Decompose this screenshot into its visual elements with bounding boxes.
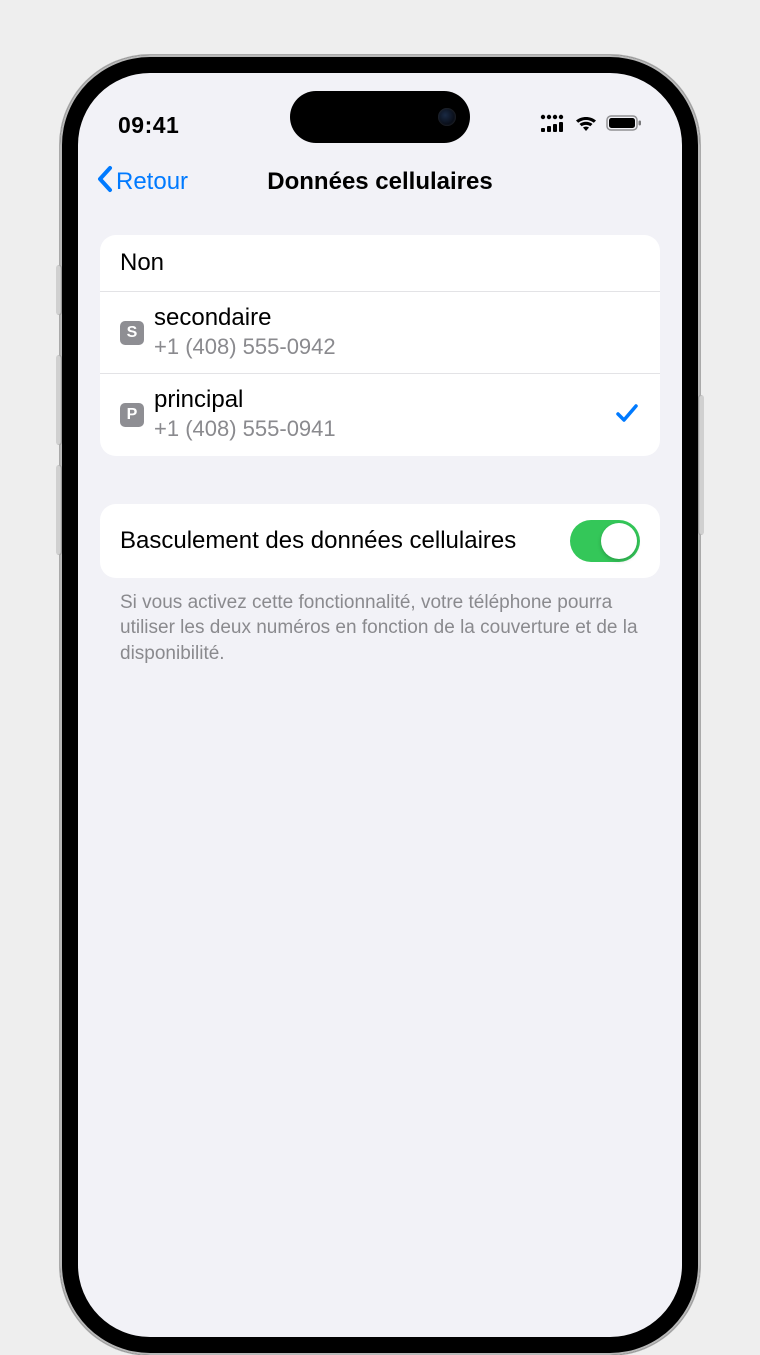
option-off-label: Non: [120, 249, 164, 277]
sim-badge-primary: P: [120, 403, 144, 427]
phone-frame: 09:41: [60, 55, 700, 1355]
option-primary[interactable]: P principal +1 (408) 555-0941: [100, 373, 660, 455]
sim-label-secondary: secondaire: [154, 304, 640, 333]
screen: 09:41: [78, 73, 682, 1337]
cellular-fallback-group: Basculement des données cellulaires: [100, 504, 660, 578]
volume-down-button: [56, 465, 62, 555]
status-icons: [540, 114, 642, 137]
sim-label-primary: principal: [154, 386, 614, 415]
back-button[interactable]: Retour: [96, 165, 188, 200]
cellular-dual-sim-icon: [540, 114, 566, 137]
option-secondary[interactable]: S secondaire +1 (408) 555-0942: [100, 291, 660, 373]
checkmark-icon: [614, 400, 640, 431]
mute-switch: [56, 265, 62, 315]
sim-badge-secondary: S: [120, 321, 144, 345]
chevron-left-icon: [96, 165, 114, 200]
battery-icon: [606, 114, 642, 137]
cellular-fallback-row: Basculement des données cellulaires: [100, 504, 660, 578]
option-off[interactable]: Non: [100, 235, 660, 291]
nav-bar: Retour Données cellulaires: [78, 153, 682, 211]
sim-number-primary: +1 (408) 555-0941: [154, 415, 614, 444]
cellular-fallback-label: Basculement des données cellulaires: [120, 526, 550, 556]
cellular-fallback-footnote: Si vous activez cette fonctionnalité, vo…: [100, 578, 660, 667]
dynamic-island: [290, 91, 470, 143]
volume-up-button: [56, 355, 62, 445]
wifi-icon: [574, 114, 598, 137]
status-time: 09:41: [118, 112, 179, 139]
side-button: [698, 395, 704, 535]
cellular-lines-group: Non S secondaire +1 (408) 555-0942 P pri…: [100, 235, 660, 456]
cellular-fallback-toggle[interactable]: [570, 520, 640, 562]
front-camera: [438, 108, 456, 126]
switch-knob: [601, 523, 637, 559]
sim-number-secondary: +1 (408) 555-0942: [154, 333, 640, 362]
back-label: Retour: [116, 168, 188, 196]
